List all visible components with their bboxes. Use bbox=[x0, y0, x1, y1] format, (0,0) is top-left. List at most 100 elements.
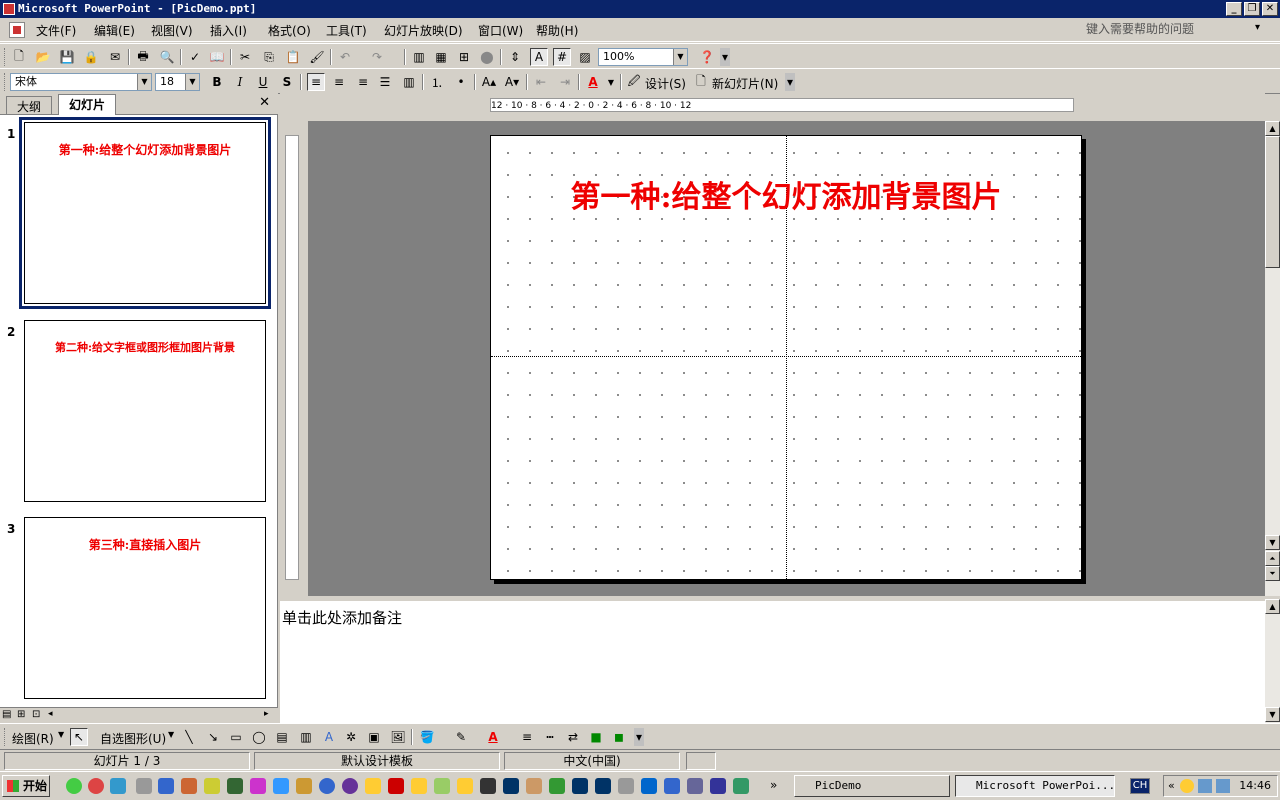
italic-icon[interactable]: I bbox=[231, 73, 249, 91]
scroll-right-icon[interactable]: ▸ bbox=[264, 709, 269, 719]
zoom-combo[interactable]: 100% ▼ bbox=[598, 48, 688, 66]
folder-icon[interactable] bbox=[365, 778, 381, 794]
fireworks-icon[interactable] bbox=[204, 778, 220, 794]
new-slide-button[interactable]: 新幻灯片(N) bbox=[712, 75, 778, 92]
slide-sorter-icon[interactable]: ⊞ bbox=[17, 709, 25, 720]
menu-view[interactable]: 视图(V) bbox=[151, 22, 193, 39]
table-icon[interactable]: ▦ bbox=[432, 48, 450, 66]
bold-icon[interactable]: B bbox=[208, 73, 226, 91]
app-icon[interactable] bbox=[296, 778, 312, 794]
menu-file[interactable]: 文件(F) bbox=[36, 22, 76, 39]
decrease-indent-icon[interactable]: ⇤ bbox=[532, 73, 550, 91]
redo-icon[interactable]: ↷ bbox=[368, 48, 386, 66]
close-button[interactable]: ✕ bbox=[1262, 2, 1278, 16]
normal-view-icon[interactable]: ▤ bbox=[2, 709, 11, 720]
app-icon[interactable] bbox=[687, 778, 703, 794]
folder-icon[interactable] bbox=[411, 778, 427, 794]
app-icon[interactable] bbox=[273, 778, 289, 794]
toolbar-options-icon[interactable]: ▾ bbox=[634, 728, 644, 746]
dash-style-icon[interactable]: ┅ bbox=[541, 728, 559, 746]
hyperlink-icon[interactable]: ⬤ bbox=[478, 48, 496, 66]
slide-thumbnail-3[interactable]: 第三种:直接插入图片 bbox=[24, 517, 266, 699]
copy-icon[interactable]: ⎘ bbox=[260, 48, 278, 66]
show-formatting-icon[interactable]: A bbox=[530, 48, 548, 66]
menu-tools[interactable]: 工具(T) bbox=[326, 22, 367, 39]
minimize-button[interactable]: _ bbox=[1226, 2, 1242, 16]
numbering-icon[interactable]: ⒈ bbox=[428, 73, 446, 91]
app-icon[interactable] bbox=[434, 778, 450, 794]
underline-icon[interactable]: U bbox=[254, 73, 272, 91]
arrow-icon[interactable]: ↘ bbox=[204, 728, 222, 746]
vertical-ruler[interactable] bbox=[285, 135, 299, 580]
ie-icon[interactable] bbox=[110, 778, 126, 794]
network-icon[interactable] bbox=[1198, 779, 1212, 793]
task-picdemo[interactable]: PicDemo bbox=[794, 775, 950, 797]
shadow-icon[interactable]: S bbox=[278, 73, 296, 91]
paste-icon[interactable]: 📋 bbox=[284, 48, 302, 66]
arrow-style-icon[interactable]: ⇄ bbox=[564, 728, 582, 746]
font-color-dropdown-icon[interactable]: ▼ bbox=[602, 73, 620, 91]
restore-button[interactable]: ❐ bbox=[1244, 2, 1260, 16]
new-icon[interactable]: 🗋 bbox=[10, 48, 28, 66]
help-search-input[interactable]: 键入需要帮助的问题 bbox=[1082, 20, 1272, 38]
open-icon[interactable]: 📂 bbox=[34, 48, 52, 66]
insert-picture-icon[interactable]: 🖼 bbox=[389, 728, 407, 746]
help-dropdown-icon[interactable]: ▾ bbox=[1255, 22, 1260, 33]
distributed-icon[interactable]: ▥ bbox=[400, 73, 418, 91]
print-icon[interactable]: 🖶 bbox=[134, 48, 152, 66]
diagram-icon[interactable]: ✲ bbox=[342, 728, 360, 746]
menu-slideshow[interactable]: 幻灯片放映(D) bbox=[384, 22, 463, 39]
decrease-font-icon[interactable]: A▾ bbox=[503, 73, 521, 91]
help-icon[interactable]: ❓ bbox=[698, 48, 716, 66]
app-icon[interactable] bbox=[250, 778, 266, 794]
align-right-icon[interactable]: ≡ bbox=[354, 73, 372, 91]
ime-indicator[interactable]: CH bbox=[1130, 778, 1150, 794]
notes-scrollbar[interactable]: ▲ ▼ bbox=[1265, 599, 1280, 723]
color-grayscale-icon[interactable]: ▨ bbox=[576, 48, 594, 66]
more-icon[interactable]: » bbox=[770, 778, 777, 792]
scroll-thumb[interactable] bbox=[1265, 136, 1280, 268]
chrome-icon[interactable] bbox=[66, 778, 82, 794]
autoshapes-dropdown-icon[interactable]: ▼ bbox=[168, 730, 174, 739]
scroll-up-icon[interactable]: ▲ bbox=[1265, 121, 1280, 136]
app-icon[interactable] bbox=[733, 778, 749, 794]
new-slide-icon[interactable]: 🗋 bbox=[692, 73, 710, 91]
browser-icon[interactable] bbox=[88, 778, 104, 794]
app-icon[interactable] bbox=[181, 778, 197, 794]
show-hidden-icon[interactable]: « bbox=[1168, 776, 1175, 796]
slide-canvas[interactable]: 第一种:给整个幻灯添加背景图片 bbox=[490, 135, 1082, 580]
slide-title[interactable]: 第一种:给整个幻灯添加背景图片 bbox=[491, 172, 1081, 216]
app-icon[interactable] bbox=[641, 778, 657, 794]
word-icon[interactable] bbox=[710, 778, 726, 794]
app-icon[interactable] bbox=[388, 778, 404, 794]
menu-window[interactable]: 窗口(W) bbox=[478, 22, 523, 39]
app-icon[interactable] bbox=[618, 778, 634, 794]
select-objects-icon[interactable]: ↖ bbox=[70, 728, 88, 746]
scroll-up-icon[interactable]: ▲ bbox=[1265, 599, 1280, 614]
line-icon[interactable]: ╲ bbox=[180, 728, 198, 746]
chart-icon[interactable]: ▥ bbox=[410, 48, 428, 66]
show-grid-icon[interactable]: # bbox=[553, 48, 571, 66]
document-icon[interactable] bbox=[9, 22, 25, 38]
print-preview-icon[interactable]: 🔍 bbox=[158, 48, 176, 66]
app-icon[interactable] bbox=[480, 778, 496, 794]
fill-color-icon[interactable]: 🪣 bbox=[418, 728, 436, 746]
toolbar-grip[interactable] bbox=[4, 48, 7, 66]
start-button[interactable]: 开始 bbox=[2, 775, 50, 797]
app-icon[interactable] bbox=[503, 778, 519, 794]
shadow-style-icon[interactable]: ■ bbox=[587, 728, 605, 746]
line-style-icon[interactable]: ≡ bbox=[518, 728, 536, 746]
app-icon[interactable] bbox=[319, 778, 335, 794]
increase-indent-icon[interactable]: ⇥ bbox=[556, 73, 574, 91]
slide-thumbnail-1[interactable]: 第一种:给整个幻灯添加背景图片 bbox=[19, 117, 271, 309]
design-button[interactable]: 设计(S) bbox=[645, 75, 686, 92]
wordart-icon[interactable]: A bbox=[320, 728, 338, 746]
toolbar-grip[interactable] bbox=[4, 73, 7, 91]
app-icon[interactable] bbox=[664, 778, 680, 794]
3d-style-icon[interactable]: ◼ bbox=[610, 728, 628, 746]
save-icon[interactable]: 💾 bbox=[58, 48, 76, 66]
app-icon[interactable] bbox=[526, 778, 542, 794]
infinity-icon[interactable] bbox=[158, 778, 174, 794]
app-icon[interactable] bbox=[342, 778, 358, 794]
toolbar-options-icon[interactable]: ▾ bbox=[785, 73, 795, 91]
